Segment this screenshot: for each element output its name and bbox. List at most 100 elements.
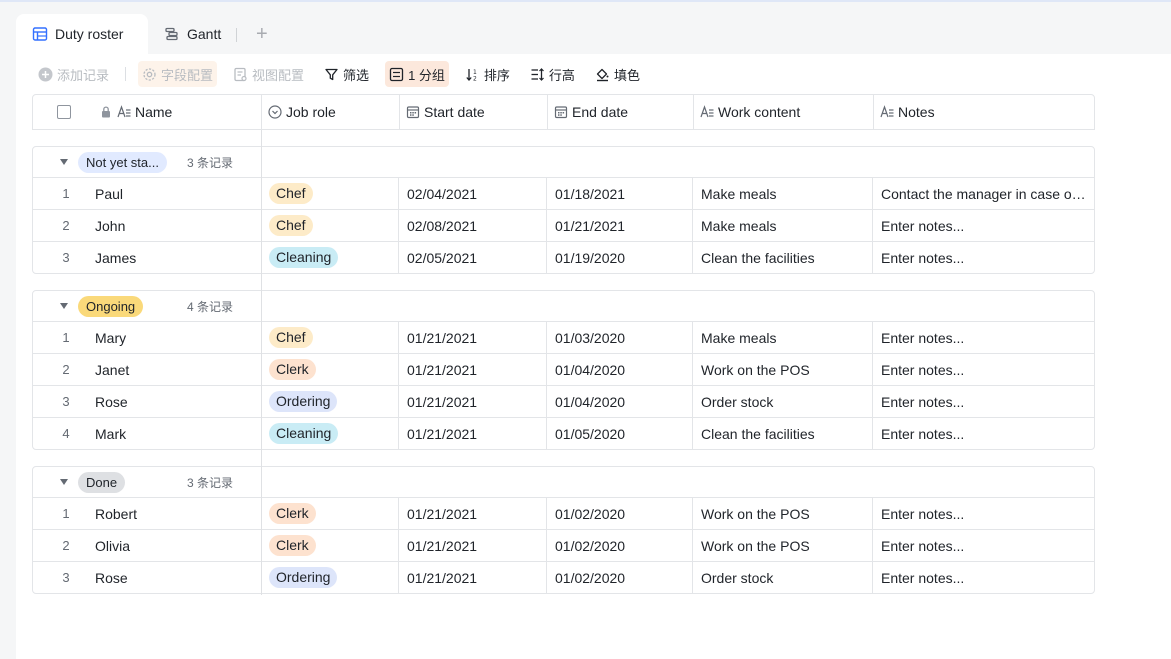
table-row[interactable]: 2 John Chef 02/08/2021 01/21/2021 Make m… bbox=[33, 210, 1094, 242]
cell-work-content[interactable]: Work on the POS bbox=[693, 498, 873, 529]
cell-work-content[interactable]: Order stock bbox=[693, 562, 873, 593]
cell-notes[interactable]: Enter notes... bbox=[873, 530, 1094, 561]
column-header-notes[interactable]: Notes bbox=[874, 95, 1094, 129]
cell-notes[interactable]: Enter notes... bbox=[873, 562, 1094, 593]
cell-start-date[interactable]: 02/05/2021 bbox=[399, 242, 547, 273]
table-row[interactable]: 3 Rose Ordering 01/21/2021 01/02/2020 Or… bbox=[33, 562, 1094, 594]
view-settings-icon bbox=[233, 67, 248, 82]
row-height-button[interactable]: 行高 bbox=[526, 61, 579, 87]
filter-button[interactable]: 筛选 bbox=[320, 61, 373, 87]
cell-job-role[interactable]: Clerk bbox=[261, 530, 399, 561]
cell-job-role[interactable]: Clerk bbox=[261, 354, 399, 385]
group-icon bbox=[389, 67, 404, 82]
cell-end-date[interactable]: 01/04/2020 bbox=[547, 386, 693, 417]
cell-work-content[interactable]: Work on the POS bbox=[693, 530, 873, 561]
cell-job-role[interactable]: Clerk bbox=[261, 498, 399, 529]
cell-start-date[interactable]: 01/21/2021 bbox=[399, 530, 547, 561]
table-row[interactable]: 4 Mark Cleaning 01/21/2021 01/05/2020 Cl… bbox=[33, 418, 1094, 450]
column-header-job-role[interactable]: Job role bbox=[262, 95, 400, 129]
cell-notes[interactable]: Enter notes... bbox=[873, 418, 1094, 449]
cell-start-date[interactable]: 01/21/2021 bbox=[399, 498, 547, 529]
cell-notes[interactable]: Enter notes... bbox=[873, 354, 1094, 385]
group-button[interactable]: 1 分组 bbox=[385, 61, 449, 87]
row-index: 2 bbox=[62, 362, 70, 377]
column-header-name[interactable]: Name bbox=[93, 95, 262, 129]
cell-name[interactable]: Robert bbox=[83, 498, 261, 529]
cell-end-date[interactable]: 01/02/2020 bbox=[547, 530, 693, 561]
cell-work-content[interactable]: Clean the facilities bbox=[693, 242, 873, 273]
cell-work-content[interactable]: Clean the facilities bbox=[693, 418, 873, 449]
fill-color-button[interactable]: 填色 bbox=[591, 61, 644, 87]
cell-work-content[interactable]: Order stock bbox=[693, 386, 873, 417]
cell-work-content[interactable]: Make meals bbox=[693, 178, 873, 209]
cell-name[interactable]: Paul bbox=[83, 178, 261, 209]
cell-start-date[interactable]: 01/21/2021 bbox=[399, 322, 547, 353]
cell-job-role[interactable]: Chef bbox=[261, 210, 399, 241]
cell-notes[interactable]: Enter notes... bbox=[873, 242, 1094, 273]
cell-end-date[interactable]: 01/03/2020 bbox=[547, 322, 693, 353]
cell-end-date[interactable]: 01/04/2020 bbox=[547, 354, 693, 385]
column-header-start-date[interactable]: Start date bbox=[400, 95, 548, 129]
cell-name[interactable]: Rose bbox=[83, 562, 261, 593]
cell-job-role[interactable]: Chef bbox=[261, 322, 399, 353]
cell-name[interactable]: Rose bbox=[83, 386, 261, 417]
cell-notes[interactable]: Enter notes... bbox=[873, 322, 1094, 353]
tab-duty-roster[interactable]: Duty roster bbox=[16, 14, 148, 54]
tab-divider bbox=[236, 28, 237, 42]
svg-text:2: 2 bbox=[473, 75, 477, 82]
cell-name[interactable]: James bbox=[83, 242, 261, 273]
select-all-checkbox[interactable] bbox=[57, 105, 71, 119]
cell-start-date[interactable]: 02/04/2021 bbox=[399, 178, 547, 209]
add-record-button[interactable]: 添加记录 bbox=[34, 61, 113, 87]
cell-name[interactable]: Olivia bbox=[83, 530, 261, 561]
cell-end-date[interactable]: 01/19/2020 bbox=[547, 242, 693, 273]
cell-start-date[interactable]: 01/21/2021 bbox=[399, 354, 547, 385]
field-config-button[interactable]: 字段配置 bbox=[138, 61, 218, 87]
table-row[interactable]: 2 Olivia Clerk 01/21/2021 01/02/2020 Wor… bbox=[33, 530, 1094, 562]
cell-notes[interactable]: Enter notes... bbox=[873, 498, 1094, 529]
cell-job-role[interactable]: Ordering bbox=[261, 562, 399, 593]
job-role-tag: Ordering bbox=[269, 567, 338, 588]
cell-start-date[interactable]: 01/21/2021 bbox=[399, 386, 547, 417]
view-config-button[interactable]: 视图配置 bbox=[229, 61, 308, 87]
table-row[interactable]: 3 Rose Ordering 01/21/2021 01/04/2020 Or… bbox=[33, 386, 1094, 418]
cell-notes[interactable]: Enter notes... bbox=[873, 210, 1094, 241]
cell-start-date[interactable]: 02/08/2021 bbox=[399, 210, 547, 241]
column-header-end-date[interactable]: End date bbox=[548, 95, 694, 129]
cell-name[interactable]: Mark bbox=[83, 418, 261, 449]
table-row[interactable]: 1 Robert Clerk 01/21/2021 01/02/2020 Wor… bbox=[33, 498, 1094, 530]
cell-job-role[interactable]: Cleaning bbox=[261, 418, 399, 449]
cell-work-content[interactable]: Work on the POS bbox=[693, 354, 873, 385]
filter-icon bbox=[324, 67, 339, 82]
cell-job-role[interactable]: Cleaning bbox=[261, 242, 399, 273]
cell-notes[interactable]: Enter notes... bbox=[873, 386, 1094, 417]
plus-icon[interactable]: + bbox=[256, 24, 268, 44]
cell-job-role[interactable]: Ordering bbox=[261, 386, 399, 417]
cell-notes[interactable]: Contact the manager in case of emergency bbox=[873, 178, 1094, 209]
cell-work-content[interactable]: Make meals bbox=[693, 322, 873, 353]
collapse-caret-icon[interactable] bbox=[60, 479, 68, 485]
sort-button[interactable]: 12 排序 bbox=[461, 61, 514, 87]
tab-gantt[interactable]: Gantt bbox=[164, 14, 221, 54]
table-row[interactable]: 2 Janet Clerk 01/21/2021 01/04/2020 Work… bbox=[33, 354, 1094, 386]
cell-name[interactable]: Mary bbox=[83, 322, 261, 353]
cell-name[interactable]: Janet bbox=[83, 354, 261, 385]
table-row[interactable]: 1 Paul Chef 02/04/2021 01/18/2021 Make m… bbox=[33, 178, 1094, 210]
cell-end-date[interactable]: 01/18/2021 bbox=[547, 178, 693, 209]
collapse-caret-icon[interactable] bbox=[60, 303, 68, 309]
cell-end-date[interactable]: 01/21/2021 bbox=[547, 210, 693, 241]
table-row[interactable]: 1 Mary Chef 01/21/2021 01/03/2020 Make m… bbox=[33, 322, 1094, 354]
cell-end-date[interactable]: 01/02/2020 bbox=[547, 562, 693, 593]
cell-end-date[interactable]: 01/02/2020 bbox=[547, 498, 693, 529]
column-header-work-content[interactable]: Work content bbox=[694, 95, 874, 129]
cell-end-date[interactable]: 01/05/2020 bbox=[547, 418, 693, 449]
cell-start-date[interactable]: 01/21/2021 bbox=[399, 562, 547, 593]
cell-job-role[interactable]: Chef bbox=[261, 178, 399, 209]
table-row[interactable]: 3 James Cleaning 02/05/2021 01/19/2020 C… bbox=[33, 242, 1094, 274]
cell-name[interactable]: John bbox=[83, 210, 261, 241]
cell-work-content[interactable]: Make meals bbox=[693, 210, 873, 241]
paint-bucket-icon bbox=[595, 67, 610, 82]
group-ongoing: Ongoing 4 条记录 1 Mary Chef 01/21/2021 01/… bbox=[32, 290, 1095, 450]
collapse-caret-icon[interactable] bbox=[60, 159, 68, 165]
cell-start-date[interactable]: 01/21/2021 bbox=[399, 418, 547, 449]
